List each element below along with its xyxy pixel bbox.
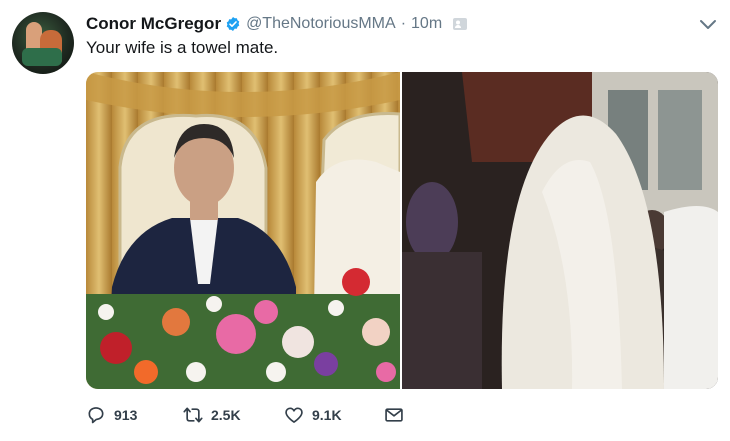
chevron-down-icon[interactable] — [698, 18, 718, 32]
like-count: 9.1K — [312, 407, 342, 423]
reply-button[interactable]: 913 — [86, 405, 183, 425]
retweet-icon — [183, 407, 203, 423]
reply-icon — [88, 407, 104, 424]
reply-count: 913 — [114, 407, 138, 423]
direct-message-button[interactable] — [384, 405, 404, 425]
action-bar: 913 2.5K 9.1K — [86, 404, 404, 426]
tweet-timestamp[interactable]: 10m — [411, 15, 442, 33]
avatar[interactable] — [12, 12, 74, 74]
tweet-text: Your wife is a towel mate. — [86, 38, 279, 57]
heart-icon — [285, 407, 303, 423]
media-photo-right[interactable] — [402, 72, 718, 389]
verified-badge-icon — [226, 17, 240, 31]
tweet-card: Conor McGregor @TheNotoriousMMA · 10m Yo… — [0, 0, 730, 441]
like-button[interactable]: 9.1K — [284, 405, 384, 425]
retweet-button[interactable]: 2.5K — [183, 405, 284, 425]
tweet-media — [86, 72, 718, 389]
tweet-header: Conor McGregor @TheNotoriousMMA · 10m — [86, 13, 468, 35]
envelope-icon — [385, 408, 403, 422]
author-name[interactable]: Conor McGregor — [86, 14, 221, 34]
separator-dot: · — [400, 15, 407, 32]
media-photo-left[interactable] — [86, 72, 400, 389]
author-handle[interactable]: @TheNotoriousMMA — [246, 15, 396, 33]
follows-you-icon — [453, 18, 468, 30]
retweet-count: 2.5K — [211, 407, 241, 423]
